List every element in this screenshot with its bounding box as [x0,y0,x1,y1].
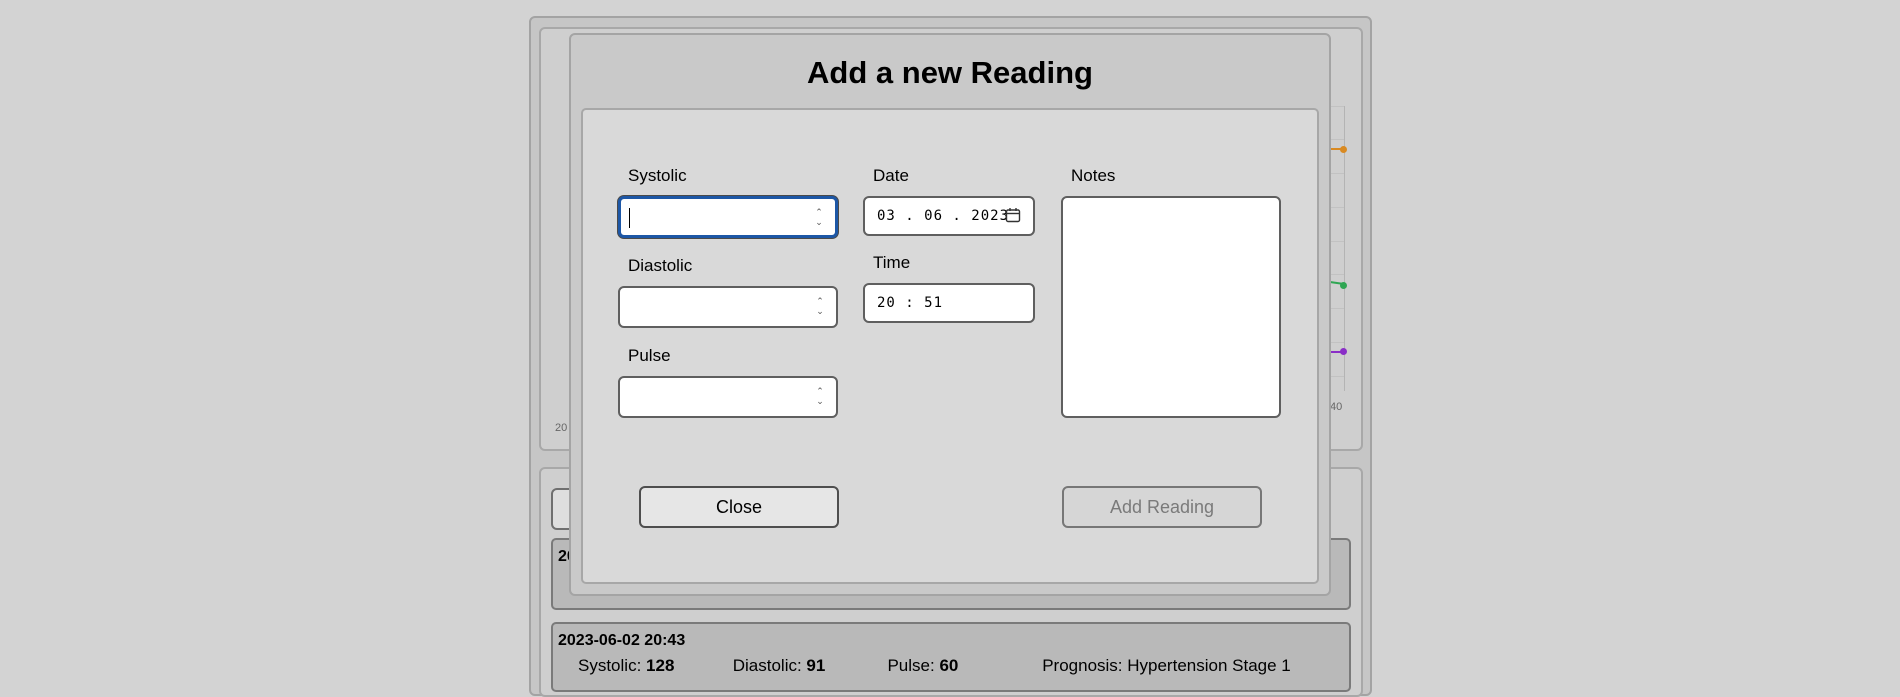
close-button[interactable]: Close [639,486,839,528]
modal-title: Add a new Reading [807,55,1093,90]
systolic-series-point [1340,146,1347,153]
time-label: Time [873,253,911,272]
diastolic-label: Diastolic [628,256,693,275]
number-spinner-icon[interactable]: ⌃ ⌄ [814,296,826,318]
date-label: Date [873,166,909,185]
chart-tick-left: 20 [555,422,568,434]
date-input[interactable]: 03 . 06 . 2023 [863,196,1035,236]
diastolic-reading: Diastolic: 91 [732,656,826,675]
systolic-label: Systolic [628,166,687,185]
notes-label: Notes [1071,166,1116,185]
diastolic-series-point [1340,282,1347,289]
diastolic-input[interactable]: ⌃ ⌄ [618,286,838,328]
chart-tick-right: 40 [1330,401,1343,413]
reading-card-date: 2023-06-02 20:43 [558,632,686,649]
time-input[interactable]: 20 : 51 [863,283,1035,323]
pulse-label: Pulse [628,346,671,365]
text-caret [629,208,630,228]
pulse-input[interactable]: ⌃ ⌄ [618,376,838,418]
notes-textarea[interactable] [1061,196,1281,418]
reading-card-values: Systolic: 128 Diastolic: 91 Pulse: 60 Pr… [578,656,1291,676]
prognosis-reading: Prognosis: Hypertension Stage 1 [1042,656,1291,675]
number-spinner-icon[interactable]: ⌃ ⌄ [814,386,826,408]
add-reading-button[interactable]: Add Reading [1062,486,1262,528]
pulse-series-point [1340,348,1347,355]
systolic-input[interactable]: ⌃ ⌄ [618,196,838,238]
systolic-reading: Systolic: 128 [578,656,675,675]
reading-card: 2023-06-02 20:43 Systolic: 128 Diastolic… [551,622,1351,692]
calendar-icon[interactable] [1005,207,1021,223]
pulse-reading: Pulse: 60 [887,656,959,675]
number-spinner-icon[interactable]: ⌃ ⌄ [813,207,825,229]
